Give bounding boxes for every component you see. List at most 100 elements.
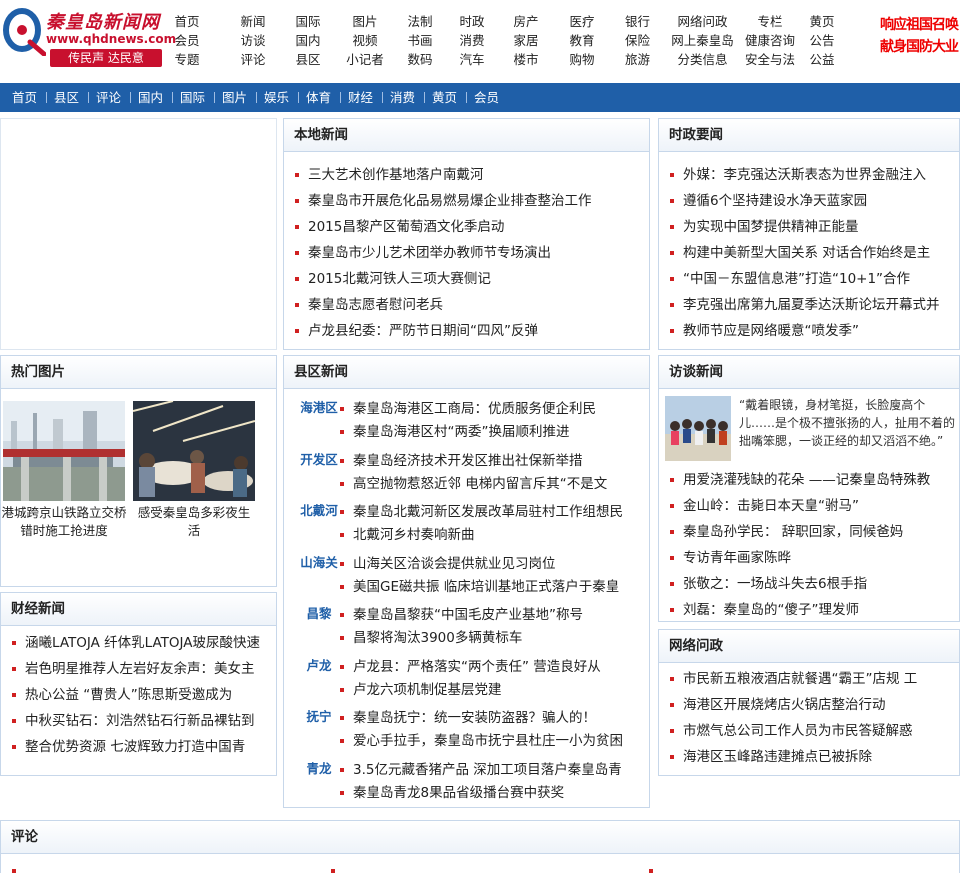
topnav-link[interactable]: 教育	[554, 31, 610, 50]
news-title-link[interactable]: 秦皇岛青龙8果品省级播台赛中获奖	[353, 783, 564, 803]
news-title-link[interactable]: 秦皇岛海港区村“两委”换届顺利推进	[353, 422, 570, 442]
county-news-item[interactable]: 秦皇岛抚宁：统一安装防盗器？骗人的！	[340, 708, 645, 728]
county-news-item[interactable]: 秦皇岛海港区工商局：优质服务便企利民	[340, 399, 645, 419]
news-title-link[interactable]: 卢龙县：严格落实“两个责任” 营造良好从	[353, 657, 601, 677]
news-list-item[interactable]: 中秋买钻石：刘浩然钻石行新品裸钻到	[1, 708, 276, 734]
news-title-link[interactable]: 爱心手拉手，秦皇岛市抚宁县杜庄一小为贫困	[353, 731, 623, 751]
news-list-item[interactable]: 金山岭：击毙日本天皇“驸马”	[659, 493, 959, 519]
header-ad-banner[interactable]: 响应祖国召唤 献身国防大业	[880, 14, 960, 64]
main-nav-link[interactable]: 评论	[96, 83, 121, 112]
news-title-link[interactable]: 为实现中国梦提供精神正能量	[683, 214, 859, 240]
topnav-link[interactable]: 新闻	[226, 12, 280, 31]
news-list-item[interactable]: 热心公益 “曹贵人”陈思斯受邀成为	[1, 682, 276, 708]
news-list-item[interactable]: 秦皇岛市少儿艺术团举办教师节专场演出	[284, 240, 649, 266]
news-list-item[interactable]: 市民新五粮液酒店就餐遇“霸王”店规 工	[659, 666, 959, 692]
news-title-link[interactable]: 整合优势资源 七波辉致力打造中国青	[25, 734, 245, 760]
topnav-link[interactable]: 分类信息	[665, 50, 740, 69]
news-title-link[interactable]: 秦皇岛北戴河新区发展改革局驻村工作组想民	[353, 502, 623, 522]
topnav-link[interactable]: 法制	[394, 12, 446, 31]
topnav-link[interactable]: 小记者	[336, 50, 394, 69]
topnav-link[interactable]: 公益	[800, 50, 844, 69]
news-list-item[interactable]: 专访青年画家陈晔	[659, 545, 959, 571]
news-title-link[interactable]: 专访青年画家陈晔	[683, 545, 791, 571]
photo-caption-2[interactable]: 感受秦皇岛多彩夜生活	[133, 504, 255, 540]
topnav-link[interactable]: 房产	[498, 12, 554, 31]
news-title-link[interactable]: 秦皇岛昌黎获“中国毛皮产业基地”称号	[353, 605, 583, 625]
news-title-link[interactable]: “中国－东盟信息港”打造“10+1”合作	[683, 266, 910, 292]
news-title-link[interactable]: 海港区开展烧烤店火锅店整治行动	[683, 692, 886, 718]
main-nav-link[interactable]: 图片	[222, 83, 247, 112]
news-title-link[interactable]: 山海关区洽谈会提供就业见习岗位	[353, 554, 556, 574]
news-title-link[interactable]: 教师节应是网络暖意“喷发季”	[683, 318, 859, 344]
news-title-link[interactable]: 三大艺术创作基地落户南戴河	[308, 162, 484, 188]
news-list-item[interactable]: 海港区玉峰路违建摊点已被拆除	[659, 744, 959, 770]
topnav-link[interactable]: 评论	[226, 50, 280, 69]
news-list-item[interactable]: 构建中美新型大国关系 对话合作始终是主	[659, 240, 959, 266]
county-news-item[interactable]: 卢龙六项机制促基层党建	[340, 680, 645, 700]
news-list-item[interactable]: 为实现中国梦提供精神正能量	[659, 214, 959, 240]
news-list-item[interactable]: 遵循6个坚持建设水净天蓝家园	[659, 188, 959, 214]
photo-bridge-construction[interactable]	[3, 401, 125, 501]
news-title-link[interactable]: 秦皇岛经济技术开发区推出社保新举措	[353, 451, 583, 471]
county-news-item[interactable]: 秦皇岛昌黎获“中国毛皮产业基地”称号	[340, 605, 645, 625]
news-title-link[interactable]: 用爱浇灌残缺的花朵 ——记秦皇岛特殊教	[683, 467, 930, 493]
news-title-link[interactable]: 北戴河乡村奏响新曲	[353, 525, 475, 545]
news-list-item[interactable]: 三大艺术创作基地落户南戴河	[284, 162, 649, 188]
news-title-link[interactable]: 秦皇岛海港区工商局：优质服务便企利民	[353, 399, 596, 419]
news-title-link[interactable]: 李克强出席第九届夏季达沃斯论坛开幕式并	[683, 292, 940, 318]
news-title-link[interactable]: 高空抛物惹怒近邻 电梯内留言斥其“不是文	[353, 474, 607, 494]
topnav-link[interactable]: 楼市	[498, 50, 554, 69]
news-list-item[interactable]: 岩色明星推荐人左岩好友余声：美女主	[1, 656, 276, 682]
topnav-link[interactable]: 会员	[160, 31, 214, 50]
topnav-link[interactable]: 医疗	[554, 12, 610, 31]
county-news-item[interactable]: 昌黎将淘汰3900多辆黄标车	[340, 628, 645, 648]
news-title-link[interactable]: 秦皇岛志愿者慰问老兵	[308, 292, 443, 318]
main-nav-link[interactable]: 会员	[474, 83, 499, 112]
news-title-link[interactable]: 外媒：李克强达沃斯表态为世界金融注入	[683, 162, 926, 188]
topnav-link[interactable]: 银行	[610, 12, 665, 31]
county-news-item[interactable]: 秦皇岛经济技术开发区推出社保新举措	[340, 451, 645, 471]
topnav-link[interactable]: 汽车	[446, 50, 498, 69]
news-title-link[interactable]: 遵循6个坚持建设水净天蓝家园	[683, 188, 867, 214]
news-title-link[interactable]: 市民新五粮液酒店就餐遇“霸王”店规 工	[683, 666, 917, 692]
topnav-link[interactable]: 旅游	[610, 50, 665, 69]
topnav-link[interactable]: 安全与法	[740, 50, 800, 69]
main-nav-link[interactable]: 黄页	[432, 83, 457, 112]
topnav-link[interactable]: 书画	[394, 31, 446, 50]
topnav-link[interactable]: 专题	[160, 50, 214, 69]
county-district-label[interactable]: 海港区	[294, 397, 344, 416]
county-district-label[interactable]: 山海关	[294, 552, 344, 571]
photo-night-life[interactable]	[133, 401, 255, 501]
topnav-link[interactable]: 保险	[610, 31, 665, 50]
county-district-label[interactable]: 开发区	[294, 449, 344, 468]
news-list-item[interactable]: 教师节应是网络暖意“喷发季”	[659, 318, 959, 344]
topnav-link[interactable]: 首页	[160, 12, 214, 31]
main-nav-link[interactable]: 首页	[12, 83, 37, 112]
county-news-item[interactable]: 秦皇岛海港区村“两委”换届顺利推进	[340, 422, 645, 442]
news-list-item[interactable]: 海港区开展烧烤店火锅店整治行动	[659, 692, 959, 718]
news-title-link[interactable]: 秦皇岛孙学民： 辞职回家，同候爸妈	[683, 519, 903, 545]
news-title-link[interactable]: 2015昌黎产区葡萄酒文化季启动	[308, 214, 504, 240]
topnav-link[interactable]: 访谈	[226, 31, 280, 50]
county-district-label[interactable]: 青龙	[294, 758, 344, 777]
topnav-link[interactable]: 国内	[280, 31, 336, 50]
news-title-link[interactable]: 昌黎将淘汰3900多辆黄标车	[353, 628, 522, 648]
news-list-item[interactable]: “中国－东盟信息港”打造“10+1”合作	[659, 266, 959, 292]
news-title-link[interactable]: 市燃气总公司工作人员为市民答疑解惑	[683, 718, 913, 744]
news-title-link[interactable]: 构建中美新型大国关系 对话合作始终是主	[683, 240, 930, 266]
main-nav-link[interactable]: 县区	[54, 83, 79, 112]
interview-photo[interactable]	[665, 396, 731, 461]
main-nav-link[interactable]: 国际	[180, 83, 205, 112]
news-list-item[interactable]: 用爱浇灌残缺的花朵 ——记秦皇岛特殊教	[659, 467, 959, 493]
topnav-link[interactable]: 视频	[336, 31, 394, 50]
topnav-link[interactable]: 图片	[336, 12, 394, 31]
topnav-link[interactable]: 县区	[280, 50, 336, 69]
news-title-link[interactable]: 美国GE磁共振 临床培训基地正式落户于秦皇	[353, 577, 619, 597]
news-title-link[interactable]: 卢龙六项机制促基层党建	[353, 680, 502, 700]
county-news-item[interactable]: 高空抛物惹怒近邻 电梯内留言斥其“不是文	[340, 474, 645, 494]
news-list-item[interactable]: 李克强出席第九届夏季达沃斯论坛开幕式并	[659, 292, 959, 318]
topnav-link[interactable]: 网上秦皇岛	[665, 31, 740, 50]
news-title-link[interactable]: 3.5亿元藏香猪产品 深加工项目落户秦皇岛青	[353, 760, 622, 780]
main-nav-link[interactable]: 财经	[348, 83, 373, 112]
news-list-item[interactable]: 秦皇岛市开展危化品易燃易爆企业排查整治工作	[284, 188, 649, 214]
